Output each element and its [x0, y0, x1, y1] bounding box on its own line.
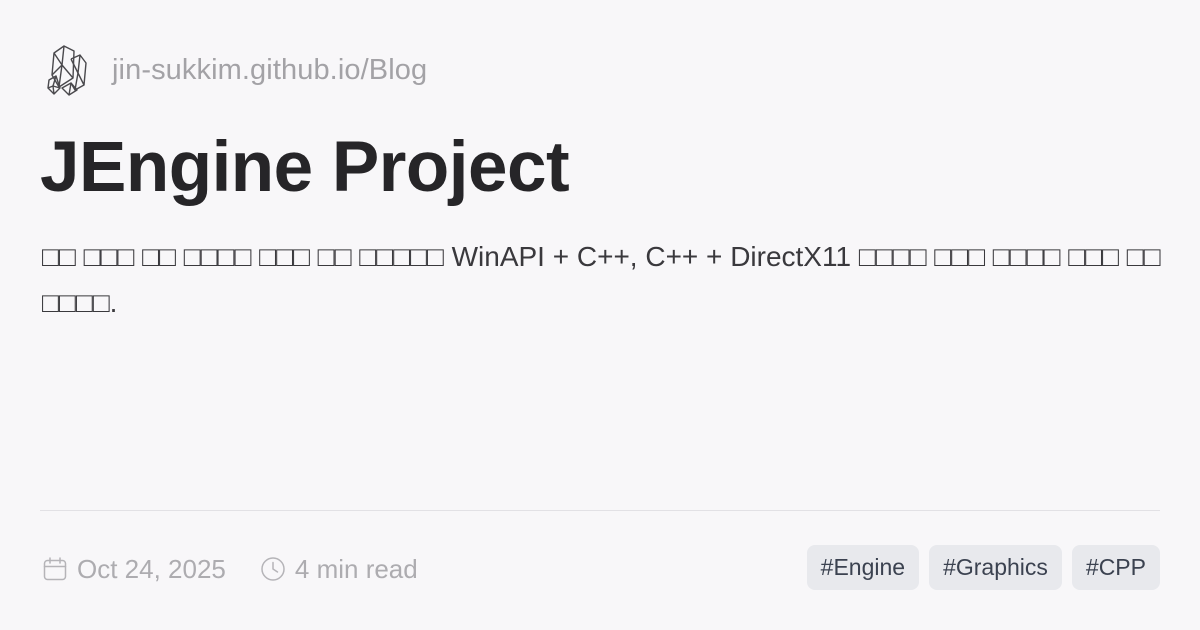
- divider: [40, 510, 1160, 511]
- read-time-text: 4 min read: [294, 553, 418, 584]
- post-title: JEngine Project: [40, 128, 570, 207]
- post-date-text: Oct 24, 2025: [77, 553, 226, 584]
- site-url[interactable]: jin-sukkim.github.io/Blog: [112, 54, 427, 87]
- post-description: □□ □□□ □□ □□□□ □□□ □□ □□□□□ WinAPI + C++…: [42, 241, 1161, 318]
- tag-graphics[interactable]: #Graphics: [929, 545, 1062, 590]
- post-meta: Oct 24, 2025 4 min read: [42, 550, 418, 588]
- clock-icon: [261, 557, 285, 581]
- tag-engine[interactable]: #Engine: [806, 545, 920, 590]
- tag-list: #Engine #Graphics #CPP: [806, 545, 1160, 590]
- site-header[interactable]: jin-sukkim.github.io/Blog: [44, 42, 427, 98]
- read-time: 4 min read: [260, 554, 418, 585]
- post-date: Oct 24, 2025: [42, 554, 226, 585]
- tag-cpp[interactable]: #CPP: [1071, 545, 1160, 590]
- crystal-logo-icon: [47, 45, 87, 96]
- calendar-icon: [43, 557, 67, 581]
